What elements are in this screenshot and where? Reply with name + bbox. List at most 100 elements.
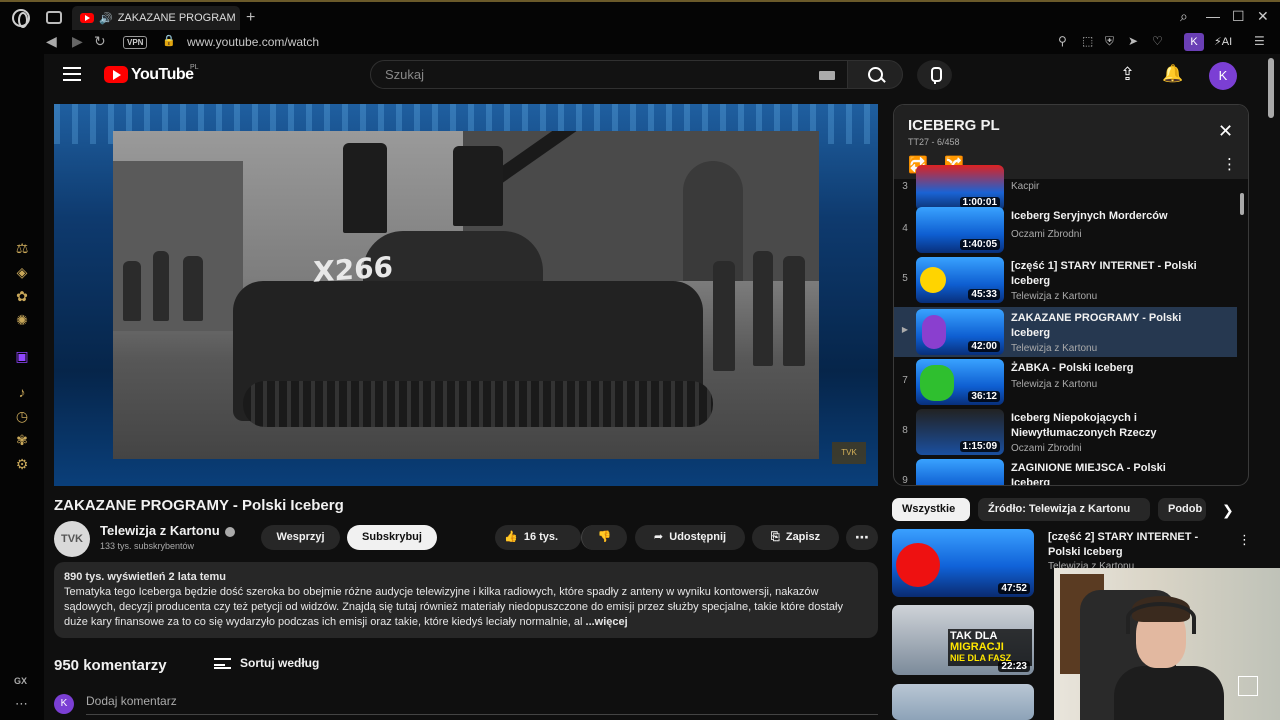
sort-icon[interactable] [214, 658, 231, 669]
opera-logo-icon[interactable] [12, 9, 30, 28]
sort-by-button[interactable]: Sortuj według [240, 656, 319, 670]
recommendation-thumbnail[interactable]: 47:52 [892, 529, 1034, 597]
address-bar: ◀ ▶ ↻ VPN 🔒 www.youtube.com/watch ⚲ ⬚ ⛨ … [0, 32, 1280, 54]
heart-icon[interactable]: ♡ [1152, 34, 1163, 48]
keyboard-icon[interactable] [819, 71, 835, 80]
gx-sparkle-icon[interactable]: ✺ [13, 312, 31, 329]
save-icon: ⎘ [770, 531, 780, 543]
speaker-icon[interactable]: 🔊 [99, 12, 113, 25]
recommendation-thumbnail[interactable] [892, 684, 1034, 720]
tab-overview-icon[interactable] [46, 11, 62, 24]
chip-source-channel[interactable]: Źródło: Telewizja z Kartonu [978, 498, 1150, 521]
minimize-icon[interactable]: — [1206, 8, 1220, 24]
comments-count: 950 komentarzy [54, 657, 167, 674]
voice-search-button[interactable] [917, 60, 952, 90]
profile-badge[interactable]: K [1184, 33, 1204, 51]
account-avatar[interactable]: K [1209, 62, 1237, 90]
soldier [343, 143, 387, 233]
country-code: PL [190, 64, 199, 71]
reload-icon[interactable]: ↻ [94, 33, 106, 50]
playlist-item[interactable]: 8 1:15:09 Iceberg Niepokojących i Niewyt… [894, 407, 1237, 457]
menu-icon[interactable]: ☰ [1254, 34, 1265, 48]
browser-tab-active[interactable]: 🔊 ZAKAZANE PROGRAM [72, 6, 240, 30]
recommendation-thumbnail[interactable]: TAK DLA MIGRACJI NIE DLA FASZ 22:23 [892, 605, 1034, 675]
chip-similar[interactable]: Podob [1158, 498, 1206, 521]
person [153, 251, 169, 321]
show-more-link[interactable]: ...więcej [582, 616, 628, 628]
close-icon[interactable]: ✕ [1257, 8, 1269, 25]
channel-avatar[interactable]: TVK [54, 521, 90, 557]
share-button[interactable]: ➦ Udostępnij [635, 525, 745, 550]
video-frame: X266 [113, 131, 819, 459]
chip-all[interactable]: Wszystkie [892, 498, 970, 521]
save-button[interactable]: ⎘ Zapisz [752, 525, 839, 550]
maximize-icon[interactable]: ☐ [1232, 8, 1245, 25]
description-box[interactable]: 890 tys. wyświetleń 2 lata temu Tematyka… [54, 562, 878, 638]
search-icon[interactable]: ⌕ [1180, 8, 1188, 25]
page-scrollbar[interactable] [1268, 58, 1274, 118]
gx-label: GX [14, 676, 28, 686]
clock-icon[interactable]: ◷ [13, 408, 31, 425]
item-channel: Oczami Zbrodni [1011, 229, 1082, 240]
channel-name: Telewizja z Kartonu [100, 523, 220, 538]
playlist-item[interactable]: 5 45:33 [część 1] STARY INTERNET - Polsk… [894, 255, 1237, 305]
snapshot-icon[interactable]: ⬚ [1082, 34, 1093, 48]
pin-icon[interactable]: ⚲ [1058, 34, 1067, 48]
video-player[interactable]: X266 TVK [54, 104, 878, 486]
gx-cleaner-icon[interactable]: ✿ [13, 288, 31, 305]
add-comment-input[interactable]: Dodaj komentarz [86, 694, 177, 708]
playlist-scrollbar[interactable] [1240, 193, 1244, 215]
item-duration: 1:15:09 [959, 441, 1000, 452]
playlist-item-current[interactable]: ▶ 42:00 ZAKAZANE PROGRAMY - Polski Icebe… [894, 307, 1237, 357]
verified-icon [224, 526, 235, 537]
youtube-wordmark[interactable]: YouTube [131, 66, 194, 84]
playlist-title[interactable]: ICEBERG PL [908, 117, 1000, 134]
extensions-icon[interactable]: ✾ [13, 432, 31, 449]
back-icon[interactable]: ◀ [46, 33, 57, 50]
gx-control-icon[interactable]: ⚖ [13, 240, 31, 257]
expand-icon[interactable] [1238, 676, 1258, 696]
item-channel: Oczami Zbrodni [1011, 443, 1082, 454]
like-button[interactable]: 👍 16 tys. [495, 525, 581, 550]
close-playlist-icon[interactable]: ✕ [1218, 121, 1233, 142]
support-button[interactable]: Wesprzyj [261, 525, 340, 550]
lock-icon[interactable]: 🔒 [162, 34, 176, 47]
ai-button[interactable]: ⚡AI [1214, 35, 1232, 48]
more-icon[interactable]: ⋯ [15, 696, 28, 712]
search-button[interactable] [847, 60, 903, 89]
sun-face-icon [920, 267, 946, 293]
more-actions-button[interactable]: ⋯ [846, 525, 878, 550]
playlist-item[interactable]: 7 36:12 ŻABKA - Polski Iceberg Telewizja… [894, 357, 1237, 407]
view-count-date: 890 tys. wyświetleń 2 lata temu [64, 571, 227, 583]
playlist-item[interactable]: 9 ZAGINIONE MIEJSCA - Polski Iceberg [894, 457, 1237, 485]
gx-corner-icon[interactable]: ◈ [13, 264, 31, 281]
forward-icon[interactable]: ▶ [72, 33, 83, 50]
channel-watermark[interactable]: TVK [832, 442, 866, 464]
like-count: 16 tys. [523, 531, 559, 543]
channel-name-link[interactable]: Telewizja z Kartonu [100, 523, 235, 538]
music-icon[interactable]: ♪ [13, 384, 31, 400]
person [753, 251, 773, 366]
dislike-button[interactable]: 👎 [581, 525, 627, 550]
guide-menu-icon[interactable] [63, 67, 81, 81]
subscribe-button[interactable]: Subskrybuj [347, 525, 437, 550]
item-duration: 1:40:05 [959, 239, 1000, 250]
settings-icon[interactable]: ⚙ [13, 456, 31, 473]
rec-title[interactable]: [część 2] STARY INTERNET - Polski Iceber… [1048, 530, 1226, 560]
item-channel: Kacpir [1011, 181, 1040, 192]
rec-menu-icon[interactable]: ⋮ [1238, 532, 1251, 548]
person [713, 261, 735, 371]
search-input[interactable]: Szukaj [370, 60, 848, 89]
twitch-icon[interactable]: ▣ [13, 348, 31, 365]
shield-icon[interactable]: ⛨ [1105, 34, 1114, 49]
notifications-bell-icon[interactable]: 🔔 [1162, 64, 1183, 84]
vpn-badge[interactable]: VPN [123, 36, 148, 49]
send-icon[interactable]: ➤ [1128, 34, 1138, 48]
chevron-right-icon[interactable]: ❯ [1222, 502, 1234, 519]
url-field[interactable]: www.youtube.com/watch [187, 35, 319, 49]
save-label: Zapisz [785, 531, 821, 543]
create-upload-icon[interactable]: ⇪ [1120, 64, 1135, 85]
new-tab-button[interactable]: + [246, 9, 255, 27]
youtube-logo-icon[interactable] [104, 66, 128, 83]
playlist-item[interactable]: 4 1:40:05 Iceberg Seryjnych Morderców Oc… [894, 205, 1237, 255]
